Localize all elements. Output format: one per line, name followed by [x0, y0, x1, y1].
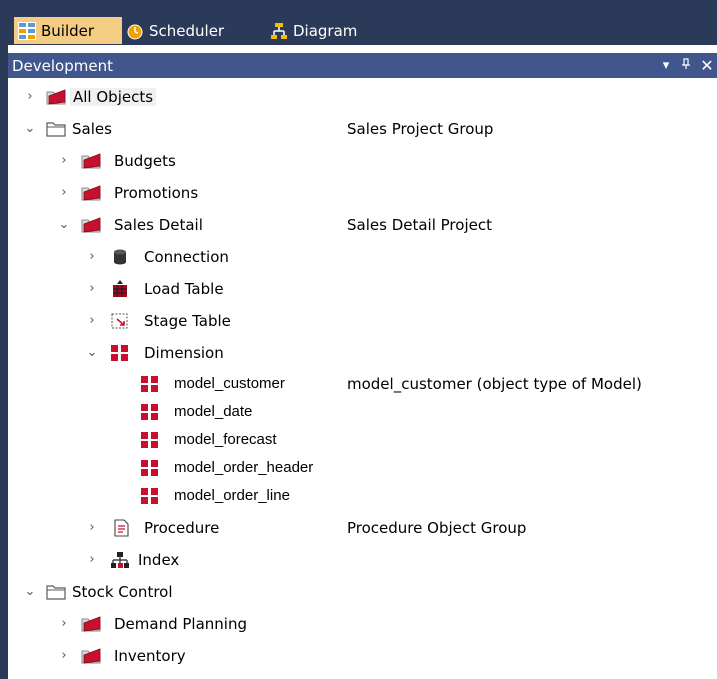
folder-red-icon: [81, 184, 101, 202]
chevron-right-icon[interactable]: ›: [58, 649, 70, 662]
pin-icon[interactable]: [679, 57, 693, 74]
dimension-grid-icon: [140, 375, 160, 393]
tab-scheduler-label: Scheduler: [149, 21, 225, 40]
dimension-grid-icon: [140, 487, 160, 505]
tree-item-label: model_customer: [174, 375, 285, 392]
dimension-grid-icon: [140, 459, 160, 477]
chevron-right-icon[interactable]: ›: [24, 90, 36, 103]
chevron-right-icon[interactable]: ›: [86, 553, 98, 566]
tree-item-label: Budgets: [114, 152, 176, 170]
document-tab-bar: Builder Scheduler Diagram: [8, 0, 717, 45]
tree-item-budgets[interactable]: › Budgets: [8, 147, 717, 177]
tree-item-inventory[interactable]: › Inventory: [8, 642, 717, 672]
tree-item-label: Dimension: [144, 344, 224, 362]
folder-grey-icon: [46, 583, 66, 601]
tree-item-label: Index: [138, 551, 180, 569]
chevron-right-icon[interactable]: ›: [86, 314, 98, 327]
development-panel-header: Development ▾ ✕: [8, 53, 717, 78]
chevron-right-icon[interactable]: ›: [58, 186, 70, 199]
chevron-right-icon[interactable]: ›: [58, 154, 70, 167]
tree-item-stock-control[interactable]: ⌄ Stock Control: [8, 578, 717, 608]
folder-red-icon: [81, 216, 101, 234]
folder-red-icon: [81, 647, 101, 665]
dimension-grid-icon: [140, 431, 160, 449]
tree-item-label: Sales Detail: [114, 216, 203, 234]
tab-diagram-label: Diagram: [293, 21, 358, 40]
tree-item-stage-table[interactable]: › Stage Table: [8, 307, 717, 337]
panel-title: Development: [12, 56, 113, 75]
tab-diagram[interactable]: Diagram: [270, 17, 357, 44]
tree-item-dimension[interactable]: ⌄ Dimension: [8, 339, 717, 369]
stage-table-icon: [111, 313, 128, 329]
chevron-right-icon[interactable]: ›: [86, 282, 98, 295]
clock-icon: [126, 22, 144, 40]
tab-builder[interactable]: Builder: [14, 17, 122, 44]
tab-builder-label: Builder: [41, 21, 95, 40]
tree-item-load-table[interactable]: › Load Table: [8, 275, 717, 305]
chevron-down-icon[interactable]: ⌄: [24, 585, 36, 598]
tree-item-label: model_date: [174, 403, 253, 420]
tree-item-label: model_order_header: [174, 459, 314, 476]
folder-red-icon: [81, 615, 101, 633]
tree-item-all-objects[interactable]: › All Objects: [8, 83, 717, 113]
tree-item-label: Stock Control: [72, 583, 173, 601]
tree-item-sales[interactable]: ⌄ Sales Sales Project Group: [8, 115, 717, 145]
load-table-icon: [113, 280, 127, 297]
procedure-doc-icon: [114, 519, 129, 537]
tree-item-model-date[interactable]: model_date: [8, 399, 717, 427]
dimension-grid-icon: [110, 344, 130, 362]
tree-item-model-customer[interactable]: model_customer model_customer (object ty…: [8, 371, 717, 399]
tree-item-label: Connection: [144, 248, 229, 266]
left-chrome-bar: [0, 0, 8, 679]
tree-item-description: Procedure Object Group: [347, 519, 527, 537]
folder-grey-icon: [46, 120, 66, 138]
tree-item-model-order-line[interactable]: model_order_line: [8, 483, 717, 511]
tree-item-demand-planning[interactable]: › Demand Planning: [8, 610, 717, 640]
tab-scheduler[interactable]: Scheduler: [126, 17, 224, 44]
tree-item-model-forecast[interactable]: model_forecast: [8, 427, 717, 455]
tree-item-label: Promotions: [114, 184, 199, 202]
tree-item-label: Load Table: [144, 280, 224, 298]
tree-item-label: model_order_line: [174, 487, 290, 504]
tree-item-label: All Objects: [70, 88, 157, 106]
tree-item-label: Sales: [72, 120, 112, 138]
diagram-icon: [270, 22, 288, 40]
builder-grid-icon: [18, 21, 36, 40]
tree-item-sales-detail[interactable]: ⌄ Sales Detail Sales Detail Project: [8, 211, 717, 241]
chevron-right-icon[interactable]: ›: [58, 617, 70, 630]
folder-red-icon: [46, 88, 66, 106]
index-tree-icon: [111, 552, 129, 568]
tree-item-label: Stage Table: [144, 312, 231, 330]
close-icon[interactable]: ✕: [699, 56, 715, 75]
chevron-right-icon[interactable]: ›: [86, 521, 98, 534]
tree-item-promotions[interactable]: › Promotions: [8, 179, 717, 209]
chevron-down-icon[interactable]: ⌄: [86, 346, 98, 359]
tree-item-procedure[interactable]: › Procedure Procedure Object Group: [8, 514, 717, 544]
tree-item-label: model_forecast: [174, 431, 277, 448]
dimension-grid-icon: [140, 403, 160, 421]
database-icon: [114, 249, 126, 265]
tree-item-description: model_customer (object type of Model): [347, 375, 642, 393]
panel-dropdown-icon[interactable]: ▾: [659, 58, 673, 73]
chevron-down-icon[interactable]: ⌄: [58, 218, 70, 231]
tree-item-connection[interactable]: › Connection: [8, 243, 717, 273]
tree-item-description: Sales Detail Project: [347, 216, 492, 234]
folder-red-icon: [81, 152, 101, 170]
chevron-down-icon[interactable]: ⌄: [24, 122, 36, 135]
tree-item-description: Sales Project Group: [347, 120, 494, 138]
tree-item-model-order-header[interactable]: model_order_header: [8, 455, 717, 483]
development-tree: › All Objects ⌄ Sales Sales Project Grou…: [8, 80, 717, 679]
chevron-right-icon[interactable]: ›: [86, 250, 98, 263]
tree-item-label: Inventory: [114, 647, 186, 665]
tree-item-label: Procedure: [144, 519, 220, 537]
tree-item-index[interactable]: › Index: [8, 546, 717, 576]
tree-item-label: Demand Planning: [114, 615, 247, 633]
